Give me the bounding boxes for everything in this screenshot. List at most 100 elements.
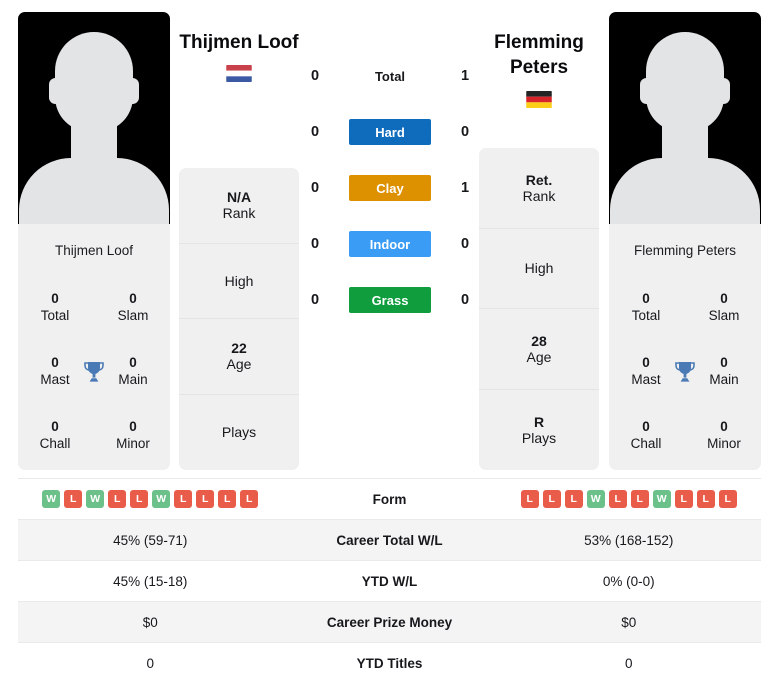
h2h-score-left: 0 xyxy=(310,292,320,308)
h2h-score-right: 0 xyxy=(460,124,470,140)
titles-row-chall-minor-left: 0 Chall 0 Minor xyxy=(22,404,166,468)
stat-main-left: 0 Main xyxy=(118,355,148,387)
info-high-right: High xyxy=(479,229,599,309)
form-badge-win[interactable]: W xyxy=(86,490,105,508)
form-badge-loss[interactable]: L xyxy=(64,490,83,508)
stat-label: YTD Titles xyxy=(356,655,423,671)
table-row: 45% (15-18) YTD W/L 0% (0-0) xyxy=(18,560,761,601)
player-card-name-left: Thijmen Loof xyxy=(54,242,134,258)
surface-badge-indoor: Indoor xyxy=(349,231,431,257)
surface-badge-total: Total xyxy=(374,68,406,84)
form-badge-loss[interactable]: L xyxy=(108,490,127,508)
nl-flag-icon xyxy=(226,65,252,83)
stat-slam-right: 0 Slam xyxy=(708,291,740,323)
avatar-silhouette-ear-left xyxy=(49,78,62,104)
stat-label: Career Prize Money xyxy=(326,614,453,630)
h2h-score-right: 1 xyxy=(460,180,470,196)
stat-value-right: 53% (168-152) xyxy=(584,532,674,548)
info-rank-left: N/A Rank xyxy=(179,168,299,244)
info-age-left: 22 Age xyxy=(179,319,299,395)
info-high-left: High xyxy=(179,244,299,319)
h2h-score-left: 0 xyxy=(310,180,320,196)
stat-value-right: $0 xyxy=(621,614,637,630)
stat-value-left: 45% (15-18) xyxy=(113,573,188,589)
surface-row-total: 0 Total 1 xyxy=(300,62,480,90)
form-badge-loss[interactable]: L xyxy=(608,490,627,508)
form-badge-loss[interactable]: L xyxy=(564,490,583,508)
trophy-icon xyxy=(671,360,699,384)
stat-main-right: 0 Main xyxy=(709,355,739,387)
stat-value-left: 45% (59-71) xyxy=(113,532,188,548)
form-badge-loss[interactable]: L xyxy=(196,490,215,508)
info-age-right: 28 Age xyxy=(479,309,599,390)
head-to-head-surfaces: 0 Total 1 0 Hard 0 0 Clay 1 0 Indoor 0 0 Grass 0 xyxy=(300,62,480,314)
stat-label: Career Total W/L xyxy=(336,532,443,548)
stat-value-right: 0% (0-0) xyxy=(602,573,655,589)
form-badge-loss[interactable]: L xyxy=(174,490,193,508)
player-avatar-left xyxy=(18,12,170,224)
surface-row-clay: 0 Clay 1 xyxy=(300,174,480,202)
form-cell-right: LLLWLLWLLL xyxy=(497,490,762,508)
stat-label: YTD W/L xyxy=(361,573,418,589)
titles-grid-left: 0 Total 0 Slam 0 Mast 0 Main 0 Chall 0 M… xyxy=(18,276,170,468)
h2h-score-left: 0 xyxy=(310,68,320,84)
avatar-silhouette-ear-right xyxy=(717,78,730,104)
stat-total-left: 0 Total xyxy=(40,291,70,323)
info-plays-right: R Plays xyxy=(521,413,557,446)
avatar-silhouette-ear-right xyxy=(126,78,139,104)
stat-chall-right: 0 Chall xyxy=(630,419,662,451)
surface-badge-grass: Grass xyxy=(349,287,431,313)
h2h-score-right: 0 xyxy=(460,236,470,252)
player-avatar-right xyxy=(609,12,761,224)
titles-row-total-slam-right: 0 Total 0 Slam xyxy=(613,276,757,340)
stat-mast-right: 0 Mast xyxy=(631,355,661,387)
stat-chall-left: 0 Chall xyxy=(39,419,71,451)
surface-badge-hard: Hard xyxy=(349,119,431,145)
form-cell-left: WLWLLWLLLL xyxy=(18,490,283,508)
form-badge-win[interactable]: W xyxy=(652,490,671,508)
stat-value-right: 0 xyxy=(624,655,633,671)
h2h-score-right: 1 xyxy=(460,68,470,84)
trophy-icon xyxy=(80,360,108,384)
surface-row-grass: 0 Grass 0 xyxy=(300,286,480,314)
h2h-score-left: 0 xyxy=(310,124,320,140)
form-badge-loss[interactable]: L xyxy=(218,490,237,508)
table-row: $0 Career Prize Money $0 xyxy=(18,601,761,642)
titles-row-mast-main-left: 0 Mast 0 Main xyxy=(22,340,166,404)
stat-slam-left: 0 Slam xyxy=(117,291,149,323)
form-badge-loss[interactable]: L xyxy=(696,490,715,508)
form-badge-loss[interactable]: L xyxy=(130,490,149,508)
info-plays-left: Plays xyxy=(221,424,257,441)
titles-row-total-slam-left: 0 Total 0 Slam xyxy=(22,276,166,340)
player-card-name-right: Flemming Peters xyxy=(633,242,737,258)
player-info-panel-left: N/A Rank High 22 Age Plays xyxy=(179,168,299,470)
stat-value-left: $0 xyxy=(142,614,158,630)
stat-total-right: 0 Total xyxy=(631,291,661,323)
form-badge-win[interactable]: W xyxy=(586,490,605,508)
form-badge-loss[interactable]: L xyxy=(674,490,693,508)
stat-minor-right: 0 Minor xyxy=(707,419,741,451)
form-badge-loss[interactable]: L xyxy=(240,490,259,508)
form-badge-win[interactable]: W xyxy=(42,490,61,508)
table-row: W L W L L W L L L L Form L L L W L L W L L L xyxy=(18,478,761,519)
h2h-score-left: 0 xyxy=(310,236,320,252)
h2h-score-right: 0 xyxy=(460,292,470,308)
player-card-left: Thijmen Loof 0 Total 0 Slam 0 Mast 0 Mai… xyxy=(18,12,170,470)
form-badge-win[interactable]: W xyxy=(152,490,171,508)
surface-row-indoor: 0 Indoor 0 xyxy=(300,230,480,258)
player-comparison-page: Thijmen Loof 0 Total 0 Slam 0 Mast 0 Mai… xyxy=(0,0,779,699)
form-badge-loss[interactable]: L xyxy=(718,490,737,508)
stat-mast-left: 0 Mast xyxy=(40,355,70,387)
player-name-right: Flemming Peters xyxy=(494,32,584,79)
surface-row-hard: 0 Hard 0 xyxy=(300,118,480,146)
stat-value-left: 0 xyxy=(146,655,154,671)
player-card-right: Flemming Peters 0 Total 0 Slam 0 Mast 0 … xyxy=(609,12,761,470)
stat-minor-left: 0 Minor xyxy=(116,419,150,451)
form-badge-loss[interactable]: L xyxy=(520,490,539,508)
titles-row-chall-minor-right: 0 Chall 0 Minor xyxy=(613,404,757,468)
form-badge-loss[interactable]: L xyxy=(630,490,649,508)
player-header-right: Flemming Peters xyxy=(472,30,606,108)
avatar-silhouette-body xyxy=(610,158,760,224)
form-badge-loss[interactable]: L xyxy=(542,490,561,508)
player-header-left: Thijmen Loof xyxy=(172,30,306,83)
